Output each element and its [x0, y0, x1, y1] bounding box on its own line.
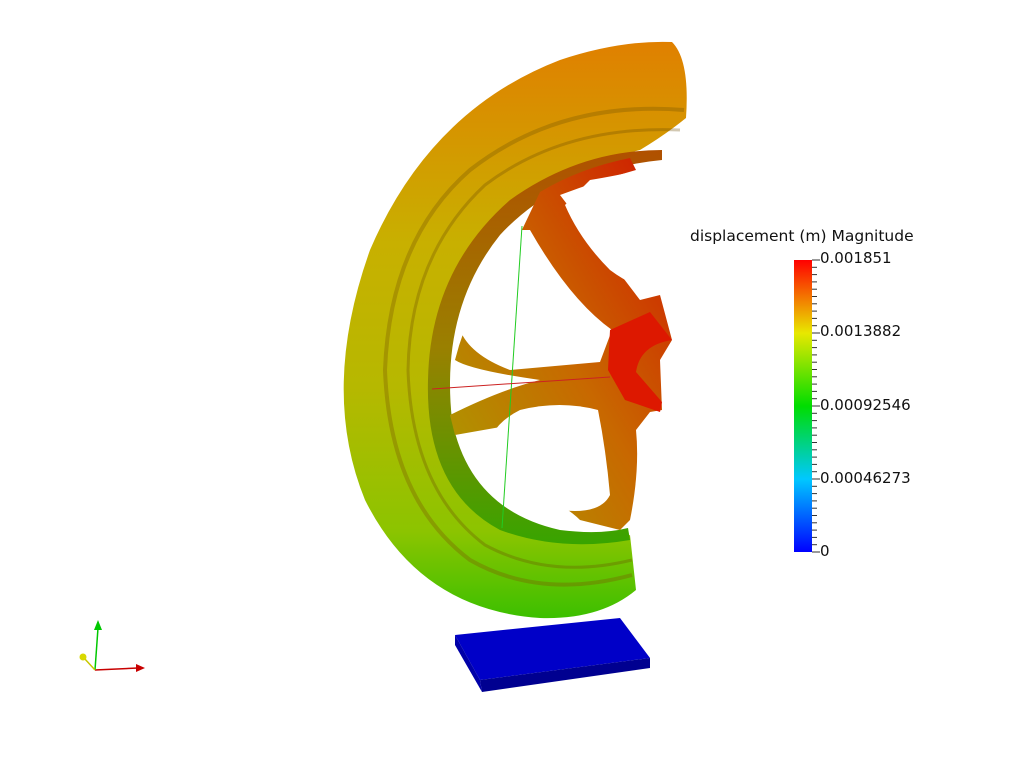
- scalar-label-max: 0.001851: [820, 249, 892, 267]
- scalar-bar-title: displacement (m) Magnitude: [690, 227, 914, 245]
- orientation-axes: [79, 620, 145, 672]
- scalar-label-3: 0.0013882: [820, 322, 902, 340]
- z-axis-arrow: [83, 657, 96, 671]
- spoke-opening-lower: [486, 405, 610, 511]
- scene-canvas[interactable]: [0, 0, 1024, 768]
- scalar-label-1: 0.00046273: [820, 469, 911, 487]
- x-axis-arrow: [94, 667, 139, 671]
- render-viewport[interactable]: displacement (m) Magnitude 0.001851 0.00…: [0, 0, 1024, 768]
- scalar-label-2: 0.00092546: [820, 396, 911, 414]
- z-axis-arrowhead: [79, 653, 87, 661]
- scalar-bar-gradient: [794, 260, 812, 552]
- y-axis-arrowhead: [94, 620, 102, 630]
- x-axis-arrowhead: [136, 664, 145, 672]
- scalar-label-min: 0: [820, 542, 830, 560]
- wheel-model[interactable]: [343, 41, 687, 619]
- scalar-bar-ticks: [812, 259, 820, 553]
- y-axis-arrow: [94, 627, 99, 671]
- support-plate[interactable]: [455, 618, 650, 692]
